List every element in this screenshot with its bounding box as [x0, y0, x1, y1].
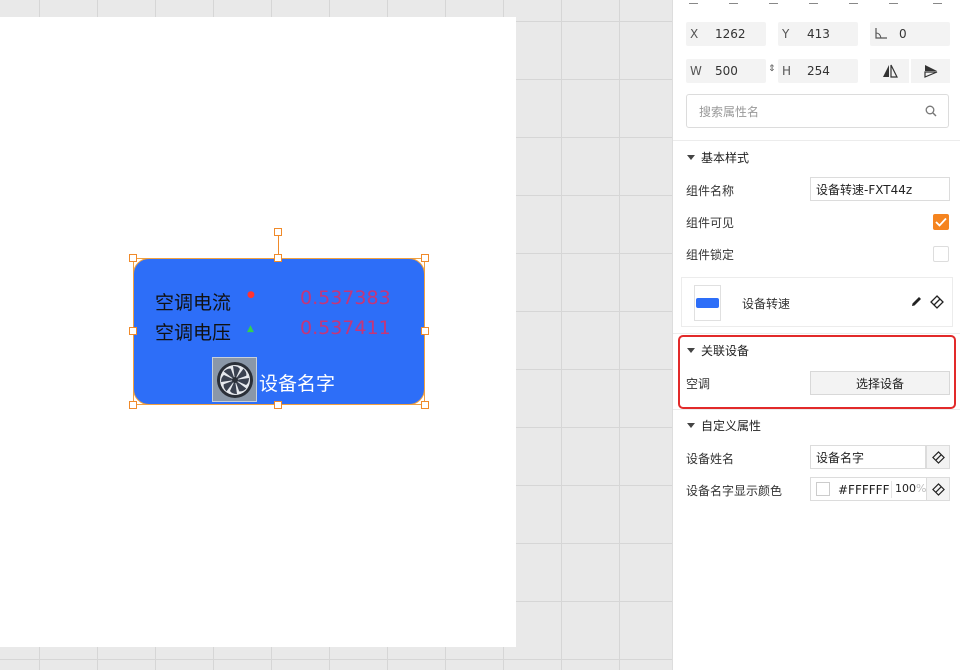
device-name-label: 设备姓名: [686, 452, 735, 466]
rotate-handle[interactable]: [274, 228, 282, 236]
current-value: 0.537383: [300, 287, 391, 309]
voltage-row: 空调电压 ▲: [155, 318, 254, 345]
align-left-icon[interactable]: [689, 0, 698, 4]
component-name-label: 组件名称: [686, 184, 735, 198]
flip-vertical-icon: [923, 65, 937, 78]
angle-icon: [874, 27, 896, 42]
resize-handle-ne[interactable]: [421, 254, 429, 262]
name-color-label: 设备名字显示颜色: [686, 484, 783, 498]
status-dot-red: ●: [247, 290, 255, 300]
component-name-input[interactable]: 设备转速-FXT44z: [810, 177, 950, 201]
caret-down-icon: [687, 155, 695, 160]
select-device-button[interactable]: 选择设备: [810, 371, 950, 395]
custom-props-section-header[interactable]: 自定义属性: [687, 417, 761, 434]
align-center-icon[interactable]: [729, 0, 738, 4]
color-hex: #FFFFFF: [838, 483, 890, 497]
width-field[interactable]: W 500: [686, 59, 766, 83]
flip-vertical-button[interactable]: [911, 59, 950, 83]
search-placeholder: 搜索属性名: [699, 104, 760, 119]
design-canvas[interactable]: 空调电流 ● 0.537383 空调电压 ▲ 0.537411 设备名字: [0, 0, 672, 670]
flip-horizontal-icon: [882, 64, 898, 78]
component-card-name: 设备转速: [742, 297, 791, 311]
height-value: 254: [807, 64, 830, 78]
x-value: 1262: [715, 27, 746, 41]
resize-handle-sw[interactable]: [129, 401, 137, 409]
resize-handle-e[interactable]: [421, 327, 429, 335]
checkmark-icon: [935, 217, 947, 227]
resize-handle-se[interactable]: [421, 401, 429, 409]
y-field[interactable]: Y 413: [778, 22, 858, 46]
device-name-input[interactable]: 设备名字: [810, 445, 926, 469]
align-top-icon[interactable]: [809, 0, 818, 4]
align-toolbar: [673, 0, 960, 8]
lock-checkbox[interactable]: [933, 246, 949, 262]
device-speed-widget[interactable]: 空调电流 ● 0.537383 空调电压 ▲ 0.537411 设备名字: [133, 258, 425, 405]
caret-down-icon: [687, 348, 695, 353]
status-dot-green: ▲: [247, 324, 254, 334]
rotation-field[interactable]: 0: [870, 22, 950, 46]
edit-icon[interactable]: [910, 295, 923, 311]
device-name-bind-button[interactable]: [926, 445, 950, 469]
lock-ratio-icon[interactable]: ⇕: [768, 64, 776, 74]
voltage-value: 0.537411: [300, 317, 391, 339]
rotation-value: 0: [899, 27, 907, 41]
distribute-icon[interactable]: [933, 0, 942, 4]
device-type-label: 空调: [686, 377, 711, 391]
component-visible-label: 组件可见: [686, 216, 735, 230]
color-swatch[interactable]: [816, 482, 830, 496]
divider: [673, 333, 960, 334]
align-middle-icon[interactable]: [849, 0, 858, 4]
height-field[interactable]: H 254: [778, 59, 858, 83]
resize-handle-nw[interactable]: [129, 254, 137, 262]
resize-handle-n[interactable]: [274, 254, 282, 262]
flip-horizontal-button[interactable]: [870, 59, 909, 83]
linked-device-section-header[interactable]: 关联设备: [687, 342, 749, 359]
property-panel: X 1262 Y 413 0 W 500 ⇕ H 254 搜索属性名 基本样式 …: [672, 0, 960, 670]
color-bind-button[interactable]: [926, 477, 950, 501]
component-thumbnail: [694, 285, 721, 321]
visible-checkbox[interactable]: [933, 214, 949, 230]
property-search-input[interactable]: 搜索属性名: [686, 94, 949, 128]
resize-handle-w[interactable]: [129, 327, 137, 335]
caret-down-icon: [687, 423, 695, 428]
divider: [673, 409, 960, 410]
x-field[interactable]: X 1262: [686, 22, 766, 46]
width-value: 500: [715, 64, 738, 78]
device-name-text: 设备名字: [259, 373, 336, 395]
voltage-label: 空调电压: [155, 322, 232, 344]
divider: [673, 140, 960, 141]
link-icon: [931, 482, 945, 496]
component-card[interactable]: 设备转速: [681, 277, 953, 327]
current-label: 空调电流: [155, 292, 232, 314]
align-right-icon[interactable]: [769, 0, 778, 4]
search-icon[interactable]: [925, 105, 937, 120]
resize-handle-s[interactable]: [274, 401, 282, 409]
link-icon: [931, 450, 945, 464]
current-row: 空调电流 ●: [155, 288, 255, 315]
opacity-field[interactable]: 100%: [891, 481, 926, 498]
fan-icon: [212, 357, 257, 402]
link-icon[interactable]: [930, 295, 944, 312]
component-lock-label: 组件锁定: [686, 248, 735, 262]
align-bottom-icon[interactable]: [889, 0, 898, 4]
basic-style-section-header[interactable]: 基本样式: [687, 149, 749, 166]
opacity-value: 100: [895, 482, 916, 495]
y-value: 413: [807, 27, 830, 41]
